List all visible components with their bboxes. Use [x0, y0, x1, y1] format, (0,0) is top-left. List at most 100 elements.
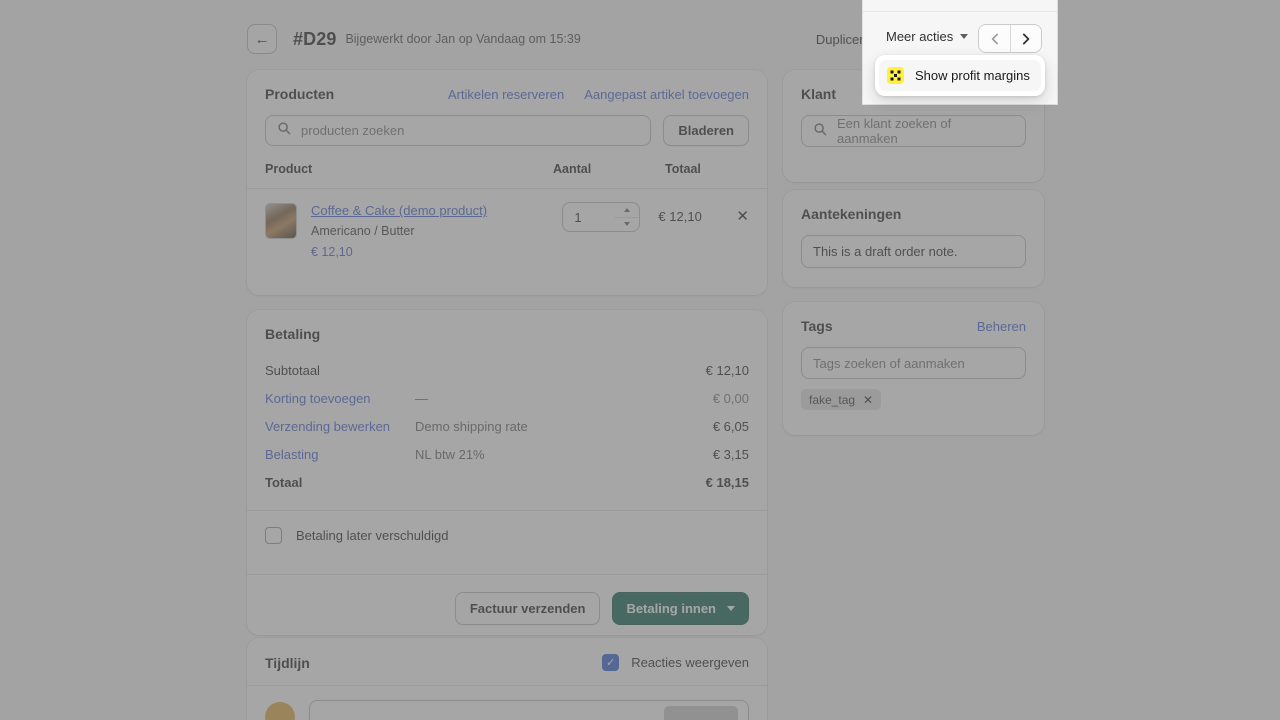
page-subtitle: Bijgewerkt door Jan op Vandaag om 15:39 — [345, 32, 581, 46]
table-row: Coffee & Cake (demo product) Americano /… — [247, 189, 767, 259]
payment-later-label: Betaling later verschuldigd — [296, 528, 449, 543]
payment-mid: NL btw 21% — [415, 446, 485, 462]
notes-title: Aantekeningen — [801, 206, 902, 222]
quantity-stepper[interactable]: 1 — [562, 202, 641, 232]
more-actions-group: Meer acties — [884, 25, 970, 48]
add-discount-link[interactable]: Korting toevoegen — [265, 391, 415, 406]
products-title: Producten — [265, 86, 335, 102]
caret-down-icon — [623, 221, 630, 226]
timeline-header: Tijdlijn ✓ Reacties weergeven — [247, 638, 767, 671]
column-total: Totaal — [665, 162, 701, 176]
products-table-header: Product Aantal Totaal — [247, 146, 767, 176]
product-thumbnail[interactable] — [265, 203, 297, 239]
payment-actions: Factuur verzenden Betaling innen — [247, 575, 767, 642]
product-unit-price[interactable]: € 12,10 — [311, 245, 562, 259]
products-header: Producten Artikelen reserveren Aangepast… — [247, 70, 767, 102]
product-title-link[interactable]: Coffee & Cake (demo product) — [311, 203, 487, 218]
customer-title: Klant — [801, 86, 836, 102]
manage-tags-link[interactable]: Beheren — [977, 319, 1026, 334]
collect-payment-label: Betaling innen — [626, 601, 716, 616]
payment-row-discount: Korting toevoegen — € 0,00 — [265, 384, 749, 412]
product-info: Coffee & Cake (demo product) Americano /… — [311, 202, 562, 259]
close-icon[interactable]: ✕ — [863, 393, 873, 407]
products-links: Artikelen reserveren Aangepast artikel t… — [448, 87, 749, 102]
collect-payment-button[interactable]: Betaling innen — [612, 592, 749, 625]
payment-mid: — — [415, 390, 428, 406]
notes-field[interactable]: This is a draft order note. — [801, 235, 1026, 268]
payment-amount: € 3,15 — [712, 446, 749, 462]
customer-search-placeholder: Een klant zoeken of aanmaken — [837, 116, 952, 146]
payment-label: Subtotaal — [265, 362, 320, 378]
chevron-left-icon — [991, 33, 998, 44]
timeline-card: Tijdlijn ✓ Reacties weergeven — [247, 638, 767, 720]
payment-header: Betaling — [247, 310, 767, 342]
tag-chip[interactable]: fake_tag ✕ — [801, 389, 882, 410]
column-quantity: Aantal — [553, 162, 592, 176]
menu-item-show-profit-margins[interactable]: Show profit margins — [879, 60, 1041, 91]
payment-later-row[interactable]: Betaling later verschuldigd — [247, 511, 767, 560]
tags-header: Tags Beheren — [783, 302, 1044, 334]
product-variant: Americano / Butter — [311, 224, 415, 238]
products-card: Producten Artikelen reserveren Aangepast… — [247, 70, 767, 295]
timeline-title: Tijdlijn — [265, 654, 310, 671]
record-pagination — [978, 24, 1042, 53]
tags-search-placeholder: Tags zoeken of aanmaken — [813, 355, 965, 371]
more-actions-label: Meer acties — [886, 29, 954, 44]
reserve-items-link[interactable]: Artikelen reserveren — [448, 87, 564, 102]
menu-item-label: Show profit margins — [915, 68, 1030, 83]
payment-label: Totaal — [265, 474, 303, 490]
tag-label: fake_tag — [809, 392, 856, 407]
back-button[interactable]: ← — [247, 24, 277, 54]
payment-row-shipping: Verzending bewerken Demo shipping rate €… — [265, 412, 749, 440]
tag-list: fake_tag ✕ — [783, 379, 1044, 410]
app-root: ← #D29 Bijgewerkt door Jan op Vandaag om… — [0, 0, 1280, 720]
next-record-button[interactable] — [1010, 25, 1041, 52]
tags-search-input[interactable]: Tags zoeken of aanmaken — [801, 347, 1026, 379]
payment-amount: € 6,05 — [712, 418, 749, 434]
remove-line-item-button[interactable]: ✕ — [736, 207, 749, 225]
product-search-placeholder: producten zoeken — [301, 123, 405, 138]
payment-amount: € 12,10 — [705, 362, 749, 378]
add-custom-item-link[interactable]: Aangepast artikel toevoegen — [584, 87, 749, 102]
notes-card: Aantekeningen This is a draft order note… — [783, 190, 1044, 287]
stepper-arrows — [615, 204, 639, 231]
tags-title: Tags — [801, 318, 833, 334]
stepper-increment-button[interactable] — [615, 204, 639, 218]
close-icon: ✕ — [736, 208, 749, 225]
show-comments-label: Reacties weergeven — [631, 655, 749, 670]
profit-margin-icon — [887, 67, 904, 84]
column-product: Product — [265, 162, 313, 176]
page-content: ← #D29 Bijgewerkt door Jan op Vandaag om… — [0, 0, 1280, 720]
show-comments-checkbox[interactable]: ✓ — [602, 654, 620, 671]
avatar — [265, 702, 295, 720]
payment-rows: Subtotaal € 12,10 Korting toevoegen — € … — [247, 356, 767, 496]
previous-record-button[interactable] — [979, 25, 1010, 52]
row-total: € 12,10 — [658, 209, 702, 224]
tax-link[interactable]: Belasting — [265, 447, 415, 462]
payment-later-checkbox[interactable] — [265, 527, 282, 544]
send-invoice-button[interactable]: Factuur verzenden — [454, 592, 601, 625]
product-search-input[interactable]: producten zoeken — [265, 115, 652, 146]
payment-row-tax: Belasting NL btw 21% € 3,15 — [265, 440, 749, 468]
quantity-value: 1 — [574, 209, 582, 225]
timeline-composer — [247, 686, 767, 720]
more-actions-dropdown: Show profit margins — [875, 55, 1045, 96]
caret-up-icon — [623, 208, 630, 213]
show-comments-toggle[interactable]: ✓ Reacties weergeven — [602, 654, 749, 671]
browse-button[interactable]: Bladeren — [663, 115, 749, 146]
product-search-row: producten zoeken Bladeren — [247, 102, 767, 146]
stepper-decrement-button[interactable] — [615, 218, 638, 231]
chevron-right-icon — [1022, 32, 1030, 45]
notes-header: Aantekeningen — [783, 190, 1044, 222]
customer-search-input[interactable]: Een klant zoeken of aanmaken — [801, 115, 1026, 147]
payment-amount: € 18,15 — [705, 474, 749, 490]
divider — [863, 11, 1057, 12]
comment-input[interactable] — [309, 700, 749, 720]
search-icon — [277, 121, 291, 140]
payment-card: Betaling Subtotaal € 12,10 Korting toevo… — [247, 310, 767, 635]
comment-action-chip[interactable] — [664, 706, 738, 720]
caret-down-icon — [727, 606, 735, 611]
edit-shipping-link[interactable]: Verzending bewerken — [265, 419, 415, 434]
more-actions-button[interactable]: Meer acties — [884, 25, 970, 48]
page-title: #D29 — [293, 28, 337, 49]
